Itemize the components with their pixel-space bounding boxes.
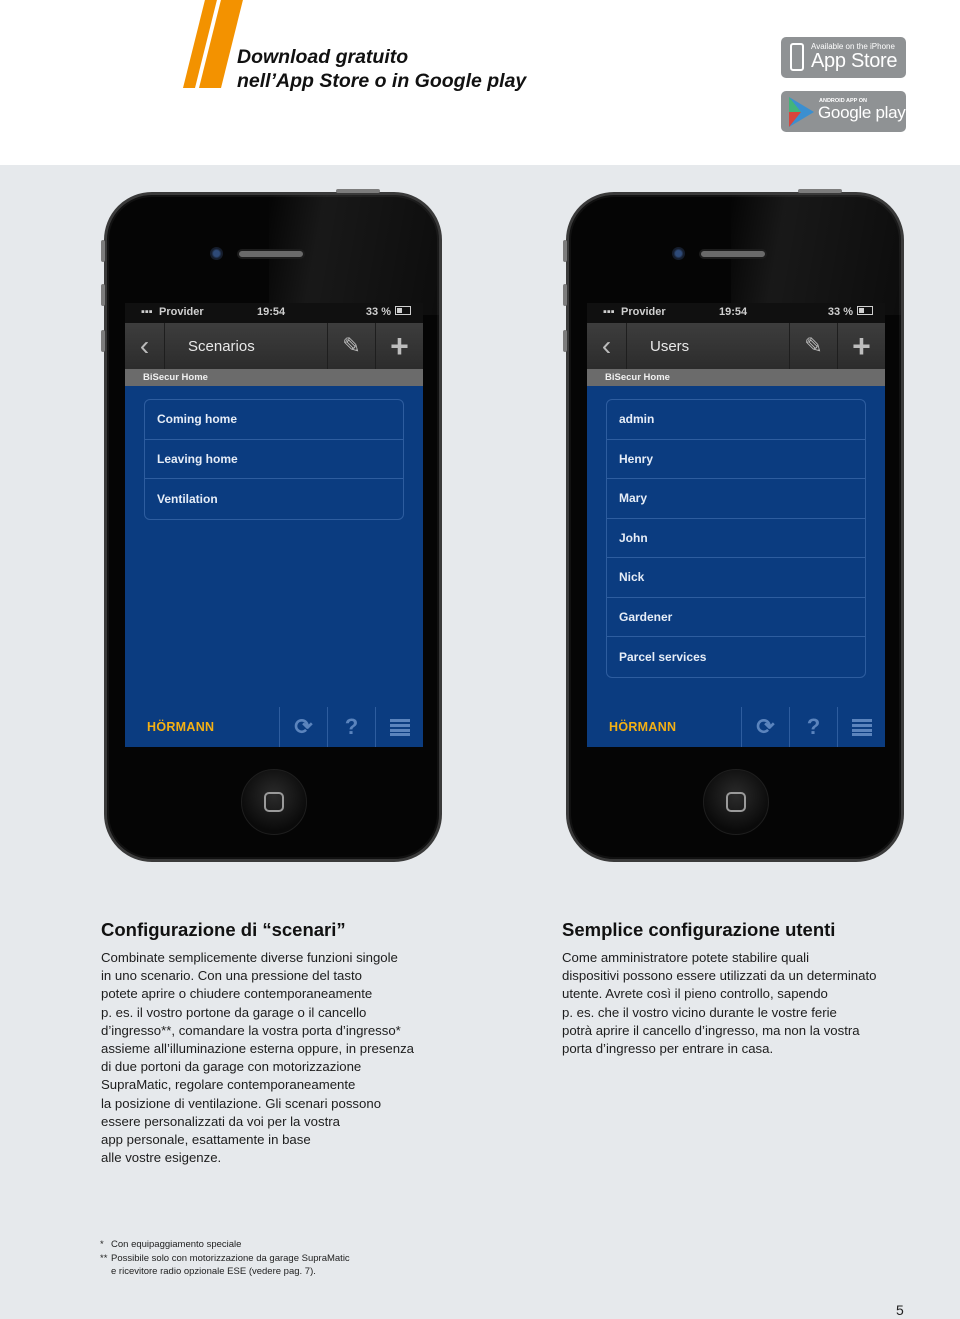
- footnote-text: Con equipaggiamento speciale: [111, 1239, 242, 1250]
- speaker-icon: [699, 249, 767, 259]
- list-item[interactable]: Parcel services: [607, 637, 865, 677]
- hormann-logo: HÖRMANN: [609, 720, 677, 734]
- scenarios-heading: Configurazione di “scenari”: [101, 919, 346, 940]
- scenarios-body: Combinate semplicemente diverse funzioni…: [101, 950, 415, 1166]
- download-headline: Download gratuito nell’App Store o in Go…: [237, 46, 526, 93]
- battery-icon: [395, 306, 411, 315]
- mute-switch: [563, 240, 567, 262]
- footnote-text: e ricevitore radio opzionale ESE (vedere…: [111, 1266, 316, 1277]
- nav-title: Scenarios: [188, 337, 255, 355]
- speaker-icon: [237, 249, 305, 259]
- iphone-icon: [790, 43, 804, 71]
- list-item[interactable]: Mary: [607, 479, 865, 519]
- back-button[interactable]: ‹: [587, 323, 627, 369]
- status-bar: ▪▪▪ Provider 19:54 33 %: [125, 303, 423, 323]
- signal-icon: ▪▪▪: [603, 306, 615, 318]
- footnote-mark: [100, 1265, 111, 1279]
- help-icon[interactable]: ?: [789, 707, 837, 747]
- list-item[interactable]: admin: [607, 400, 865, 440]
- power-button: [336, 189, 380, 193]
- footnote: ** Possibile solo con motorizzazione da …: [100, 1252, 350, 1266]
- edit-pencil-icon[interactable]: ✎: [327, 323, 375, 369]
- menu-button[interactable]: [375, 707, 423, 747]
- edit-pencil-icon[interactable]: ✎: [789, 323, 837, 369]
- battery-percent: 33 %: [827, 306, 853, 318]
- camera-icon: [672, 247, 685, 260]
- volume-down-button: [563, 330, 567, 352]
- nav-bar: ‹ Scenarios ✎ +: [125, 323, 423, 369]
- app-store-badge[interactable]: Available on the iPhone App Store: [781, 37, 906, 78]
- users-section: Semplice configurazione utenti Come ammi…: [562, 919, 922, 1058]
- menu-icon: [389, 718, 410, 736]
- power-button: [798, 189, 842, 193]
- footnotes: * Con equipaggiamento speciale ** Possib…: [100, 1238, 350, 1279]
- list-item[interactable]: Nick: [607, 558, 865, 598]
- page-number: 5: [896, 1302, 904, 1318]
- footnote: * Con equipaggiamento speciale: [100, 1238, 350, 1252]
- refresh-icon[interactable]: ⟳: [741, 707, 789, 747]
- google-play-badge-large: Google play: [818, 103, 906, 122]
- back-button[interactable]: ‹: [125, 323, 165, 369]
- headline-line-2: nell’App Store o in Google play: [237, 69, 527, 92]
- user-list: admin Henry Mary John Nick Gardener Parc…: [606, 399, 866, 678]
- list-item[interactable]: Ventilation: [145, 479, 403, 519]
- headline-line-1: Download gratuito: [237, 46, 409, 68]
- footnote: e ricevitore radio opzionale ESE (vedere…: [100, 1265, 350, 1279]
- bottom-toolbar: HÖRMANN ⟳ ?: [125, 707, 423, 747]
- signal-icon: ▪▪▪: [141, 306, 153, 318]
- phone-users: ▪▪▪ Provider 19:54 33 % ‹ Users ✎ + BiSe…: [566, 192, 904, 862]
- camera-icon: [210, 247, 223, 260]
- google-play-badge[interactable]: ANDROID APP ON Google play: [781, 91, 906, 132]
- footnote-mark: **: [100, 1252, 108, 1264]
- list-item[interactable]: Leaving home: [145, 440, 403, 479]
- home-button[interactable]: [703, 769, 769, 835]
- mute-switch: [101, 240, 105, 262]
- carrier-label: Provider: [159, 306, 204, 318]
- home-square-icon: [264, 792, 284, 812]
- nav-title: Users: [650, 337, 690, 355]
- home-subtitle: BiSecur Home: [125, 369, 423, 386]
- add-plus-icon[interactable]: +: [837, 323, 885, 369]
- add-plus-icon[interactable]: +: [375, 323, 423, 369]
- battery-icon: [857, 306, 873, 315]
- carrier-label: Provider: [621, 306, 666, 318]
- list-item[interactable]: Coming home: [145, 400, 403, 440]
- home-subtitle: BiSecur Home: [587, 369, 885, 386]
- battery-percent: 33 %: [365, 306, 391, 318]
- footnote-mark: *: [100, 1239, 104, 1250]
- home-button[interactable]: [241, 769, 307, 835]
- status-bar: ▪▪▪ Provider 19:54 33 %: [587, 303, 885, 323]
- list-item[interactable]: Gardener: [607, 598, 865, 637]
- volume-up-button: [101, 284, 105, 306]
- footnote-text: Possibile solo con motorizzazione da gar…: [111, 1252, 350, 1264]
- menu-icon: [851, 718, 872, 736]
- google-play-icon: [789, 97, 814, 127]
- status-time: 19:54: [719, 306, 748, 318]
- help-icon[interactable]: ?: [327, 707, 375, 747]
- list-item[interactable]: John: [607, 519, 865, 558]
- scenarios-section: Configurazione di “scenari” Combinate se…: [101, 919, 451, 1167]
- refresh-icon[interactable]: ⟳: [279, 707, 327, 747]
- list-item[interactable]: Henry: [607, 440, 865, 479]
- home-square-icon: [726, 792, 746, 812]
- menu-button[interactable]: [837, 707, 885, 747]
- users-body: Come amministratore potete stabilire qua…: [562, 950, 877, 1057]
- volume-down-button: [101, 330, 105, 352]
- phone-scenarios: ▪▪▪ Provider 19:54 33 % ‹ Scenarios ✎ + …: [104, 192, 442, 862]
- users-heading: Semplice configurazione utenti: [562, 919, 836, 940]
- scenario-list: Coming home Leaving home Ventilation: [144, 399, 404, 520]
- app-store-badge-large: App Store: [811, 50, 898, 72]
- phone-screen: ▪▪▪ Provider 19:54 33 % ‹ Users ✎ + BiSe…: [587, 303, 885, 747]
- bottom-toolbar: HÖRMANN ⟳ ?: [587, 707, 885, 747]
- phone-screen: ▪▪▪ Provider 19:54 33 % ‹ Scenarios ✎ + …: [125, 303, 423, 747]
- nav-bar: ‹ Users ✎ +: [587, 323, 885, 369]
- status-time: 19:54: [257, 306, 286, 318]
- hormann-logo: HÖRMANN: [147, 720, 215, 734]
- volume-up-button: [563, 284, 567, 306]
- header-band: Download gratuito nell’App Store o in Go…: [0, 0, 960, 165]
